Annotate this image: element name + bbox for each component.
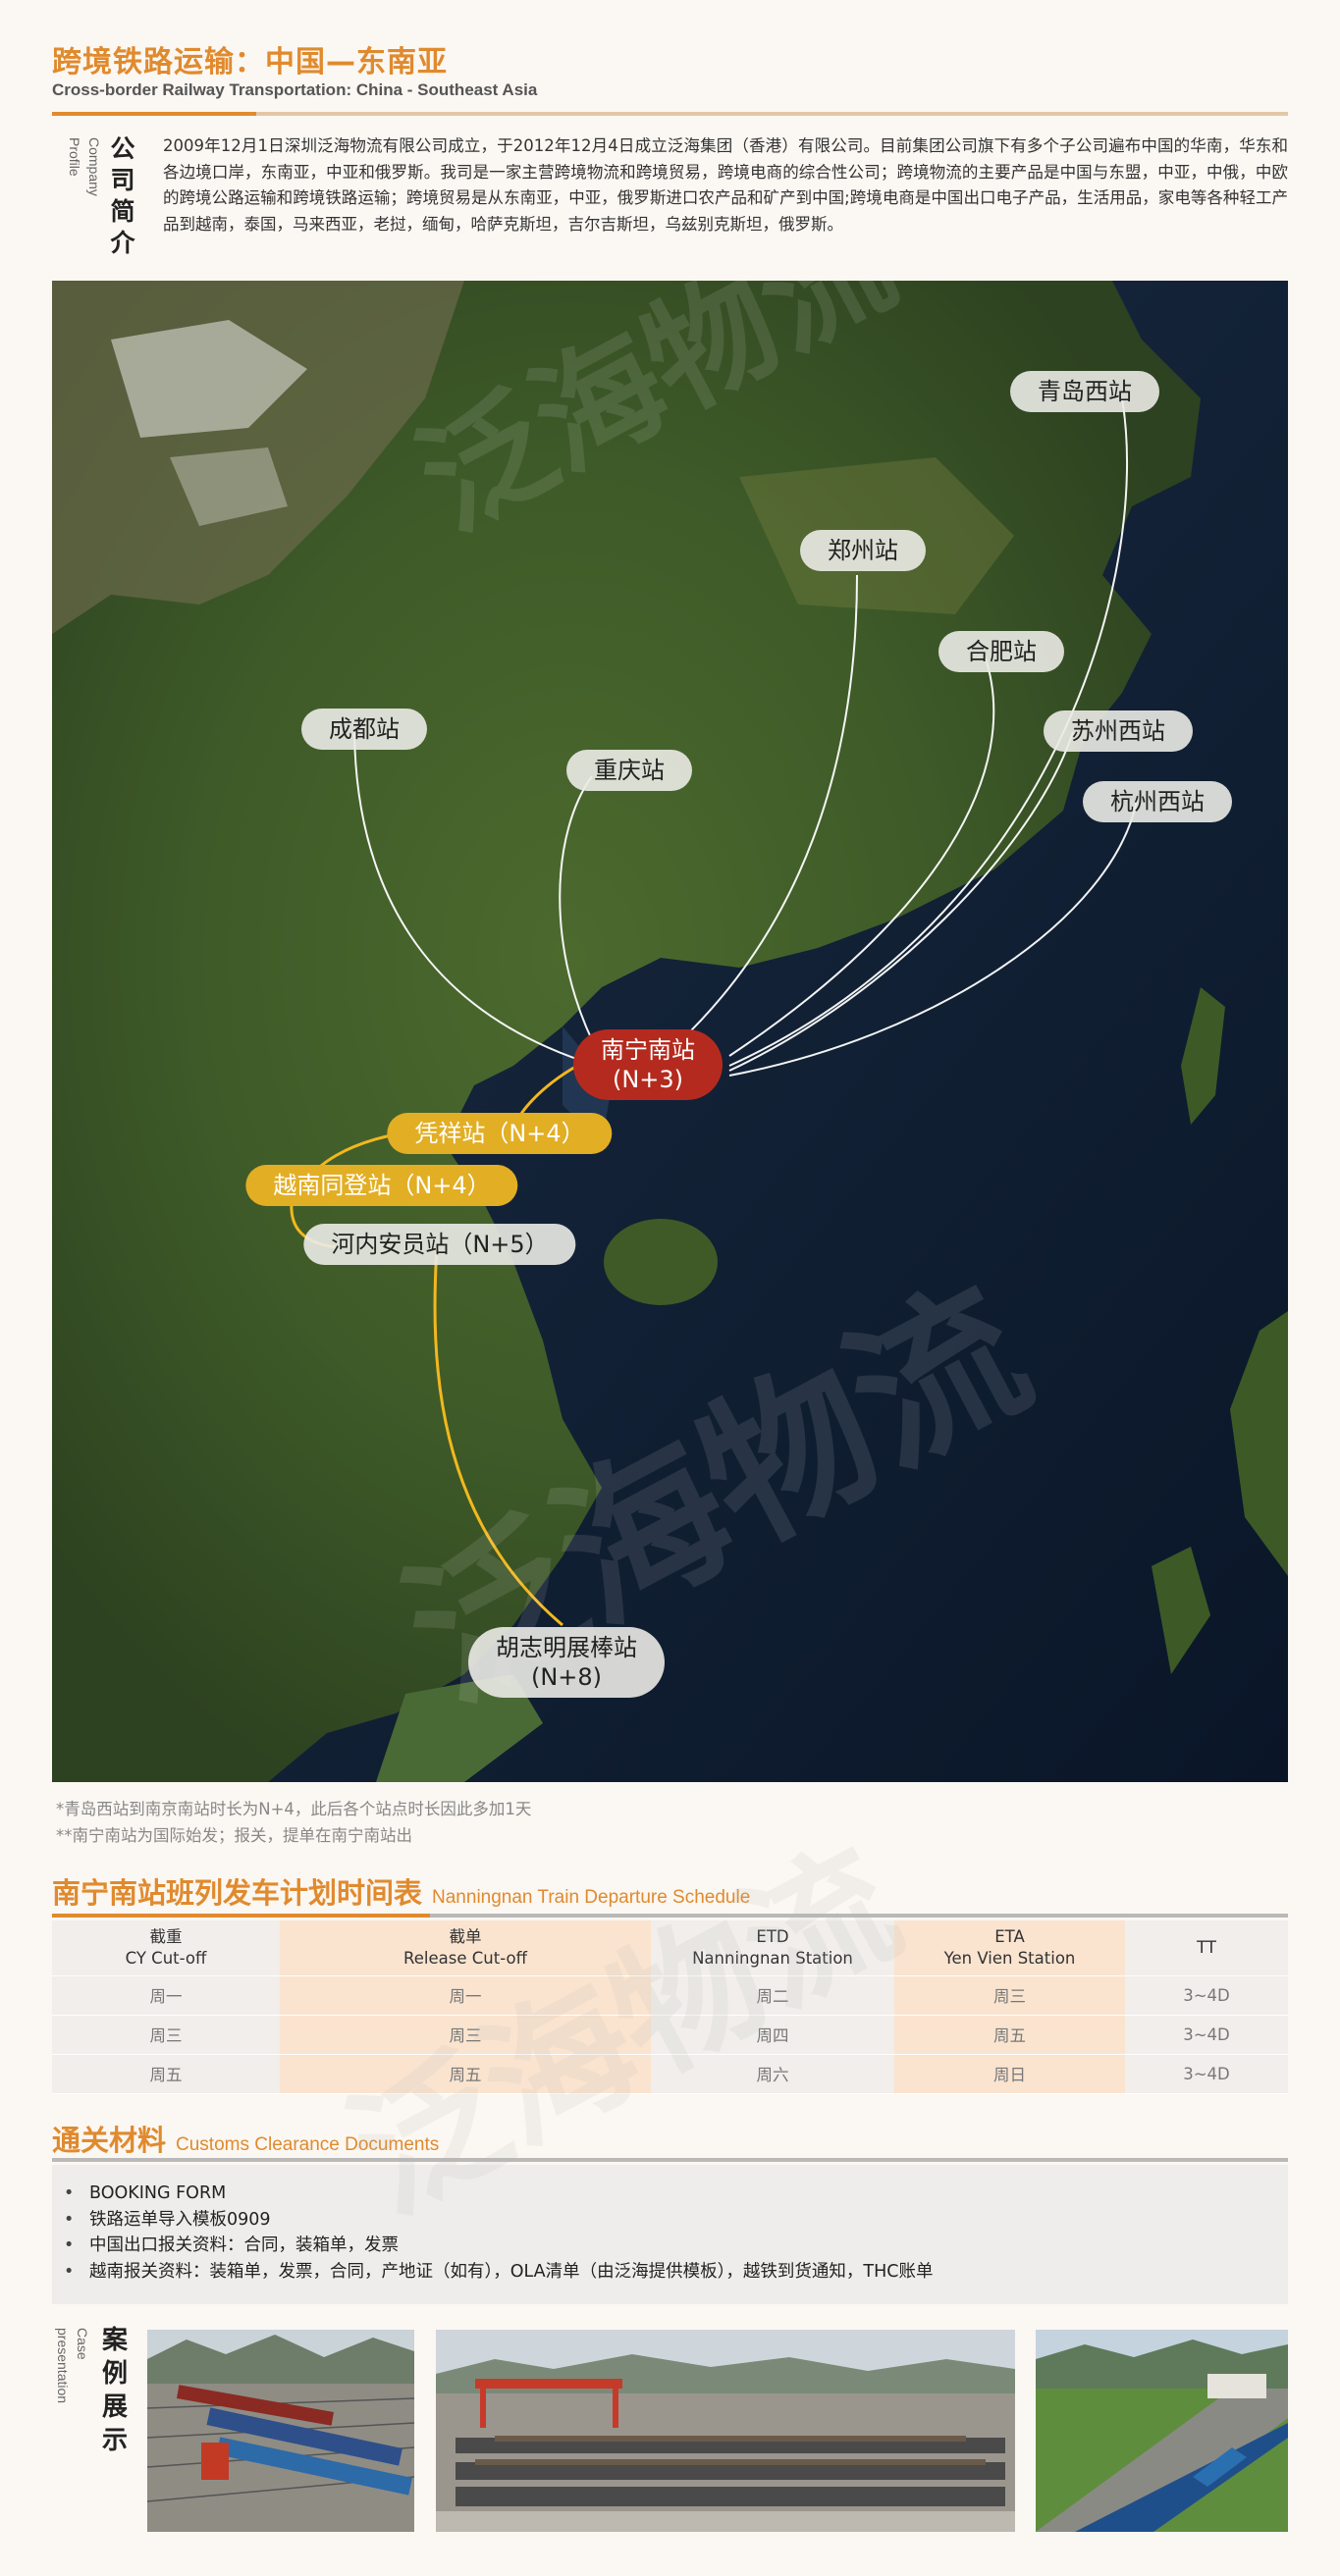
station-yen-vien: 河内安员站（N+5） [303,1224,576,1265]
station-nanning-south: 南宁南站 (N+3) [573,1029,723,1100]
station-suzhou-west: 苏州西站 [1044,710,1193,752]
col-release-cutoff: 截单 Release Cut-off [280,1920,651,1976]
note-1: *青岛西站到南京南站时长为N+4，此后各个站点时长因此多加1天 [56,1800,532,1818]
col-etd: ETD Nanningnan Station [651,1920,894,1976]
cell: 周五 [894,2015,1125,2055]
cell: 周五 [280,2054,651,2094]
note-2: **南宁南站为国际始发；报关，提单在南宁南站出 [56,1826,412,1845]
station-hefei: 合肥站 [938,631,1064,672]
station-dong-dang: 越南同登站（N+4） [245,1165,518,1206]
station-chongqing: 重庆站 [566,750,692,791]
schedule-divider [52,1914,1288,1918]
case-label-cn: 案例展示 [101,2326,128,2455]
cell: 3~4D [1125,1975,1288,2016]
case-photo-1 [147,2330,414,2532]
station-qingdao-west: 青岛西站 [1010,371,1159,412]
customs-divider [52,2158,1288,2162]
list-item: • BOOKING FORM [64,2183,227,2203]
table-header-row: 截重 CY Cut-off 截单 Release Cut-off ETD Nannin… [52,1920,1288,1976]
cell: 3~4D [1125,2015,1288,2055]
station-hangzhou-west: 杭州西站 [1083,781,1232,822]
station-zhengzhou: 郑州站 [800,530,926,571]
case-label-en: Case presentation [55,2328,90,2404]
list-item: • 中国出口报关资料：合同，装箱单，发票 [64,2235,399,2255]
cell: 周四 [651,2015,894,2055]
cell: 周三 [894,1975,1125,2016]
profile-text: 2009年12月1日深圳泛海物流有限公司成立，于2012年12月4日成立泛海集团… [163,136,1288,234]
station-pingxiang: 凭祥站（N+4） [387,1113,613,1154]
cell: 周三 [280,2015,651,2055]
customs-list-box: • BOOKING FORM • 铁路运单导入模板0909 • 中国出口报关资料：合同… [52,2165,1288,2304]
col-cy-cutoff: 截重 CY Cut-off [52,1920,280,1976]
title-divider [52,112,1288,116]
table-row: 周一 周一 周二 周三 3~4D [52,1975,1288,2016]
cell: 周六 [651,2054,894,2094]
col-eta: ETA Yen Vien Station [894,1920,1125,1976]
page: 跨境铁路运输：中国—东南亚 Cross-border Railway Trans… [0,0,1340,2576]
table-row: 周五 周五 周六 周日 3~4D [52,2054,1288,2094]
station-chengdu: 成都站 [301,709,427,750]
cell: 周三 [52,2015,280,2055]
profile-label-en: Company Profile [67,137,102,196]
list-item: • 铁路运单导入模板0909 [64,2209,271,2230]
route-map: 泛海物流 泛海物流 青岛西站 郑州站 合肥站 成都站 重庆站 苏州西站 杭州西站… [52,281,1288,1782]
page-title: 跨境铁路运输：中国—东南亚 [52,45,448,79]
case-photo-3 [1036,2330,1288,2532]
page-subtitle: Cross-border Railway Transportation: Chi… [52,80,538,99]
profile-label-cn: 公司简介 [110,134,135,257]
case-photo-2 [436,2330,1015,2532]
cell: 周五 [52,2054,280,2094]
customs-heading: 通关材料 Customs Clearance Documents [52,2124,440,2157]
cell: 周一 [280,1975,651,2016]
cell: 周一 [52,1975,280,2016]
cell: 周日 [894,2054,1125,2094]
station-ho-chi-minh: 胡志明展棒站 (N+8) [468,1627,665,1698]
cell: 3~4D [1125,2054,1288,2094]
schedule-heading: 南宁南站班列发车计划时间表 Nanningnan Train Departure … [52,1876,751,1910]
table-row: 周三 周三 周四 周五 3~4D [52,2015,1288,2055]
list-item: • 越南报关资料：装箱单，发票，合同，产地证（如有），OLA清单（由泛海提供模板）… [64,2261,934,2282]
col-tt: TT [1125,1920,1288,1976]
cell: 周二 [651,1975,894,2016]
map-notes: *青岛西站到南京南站时长为N+4，此后各个站点时长因此多加1天 **南宁南站为国… [56,1796,531,1849]
customs-list: • BOOKING FORM • 铁路运单导入模板0909 • 中国出口报关资料：合同… [52,2165,1288,2285]
schedule-table: 截重 CY Cut-off 截单 Release Cut-off ETD Nannin… [52,1920,1288,2094]
